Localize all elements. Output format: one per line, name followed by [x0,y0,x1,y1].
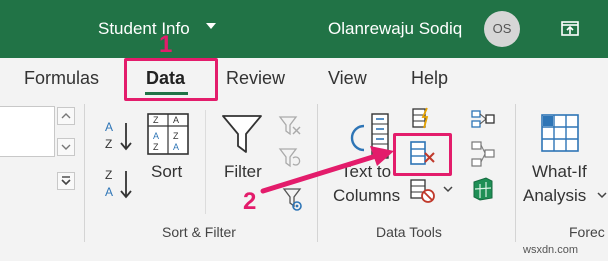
pointer-arrow [260,146,394,194]
watermark: wsxdn.com [523,244,579,256]
step-2-marker: 2 [243,188,257,215]
